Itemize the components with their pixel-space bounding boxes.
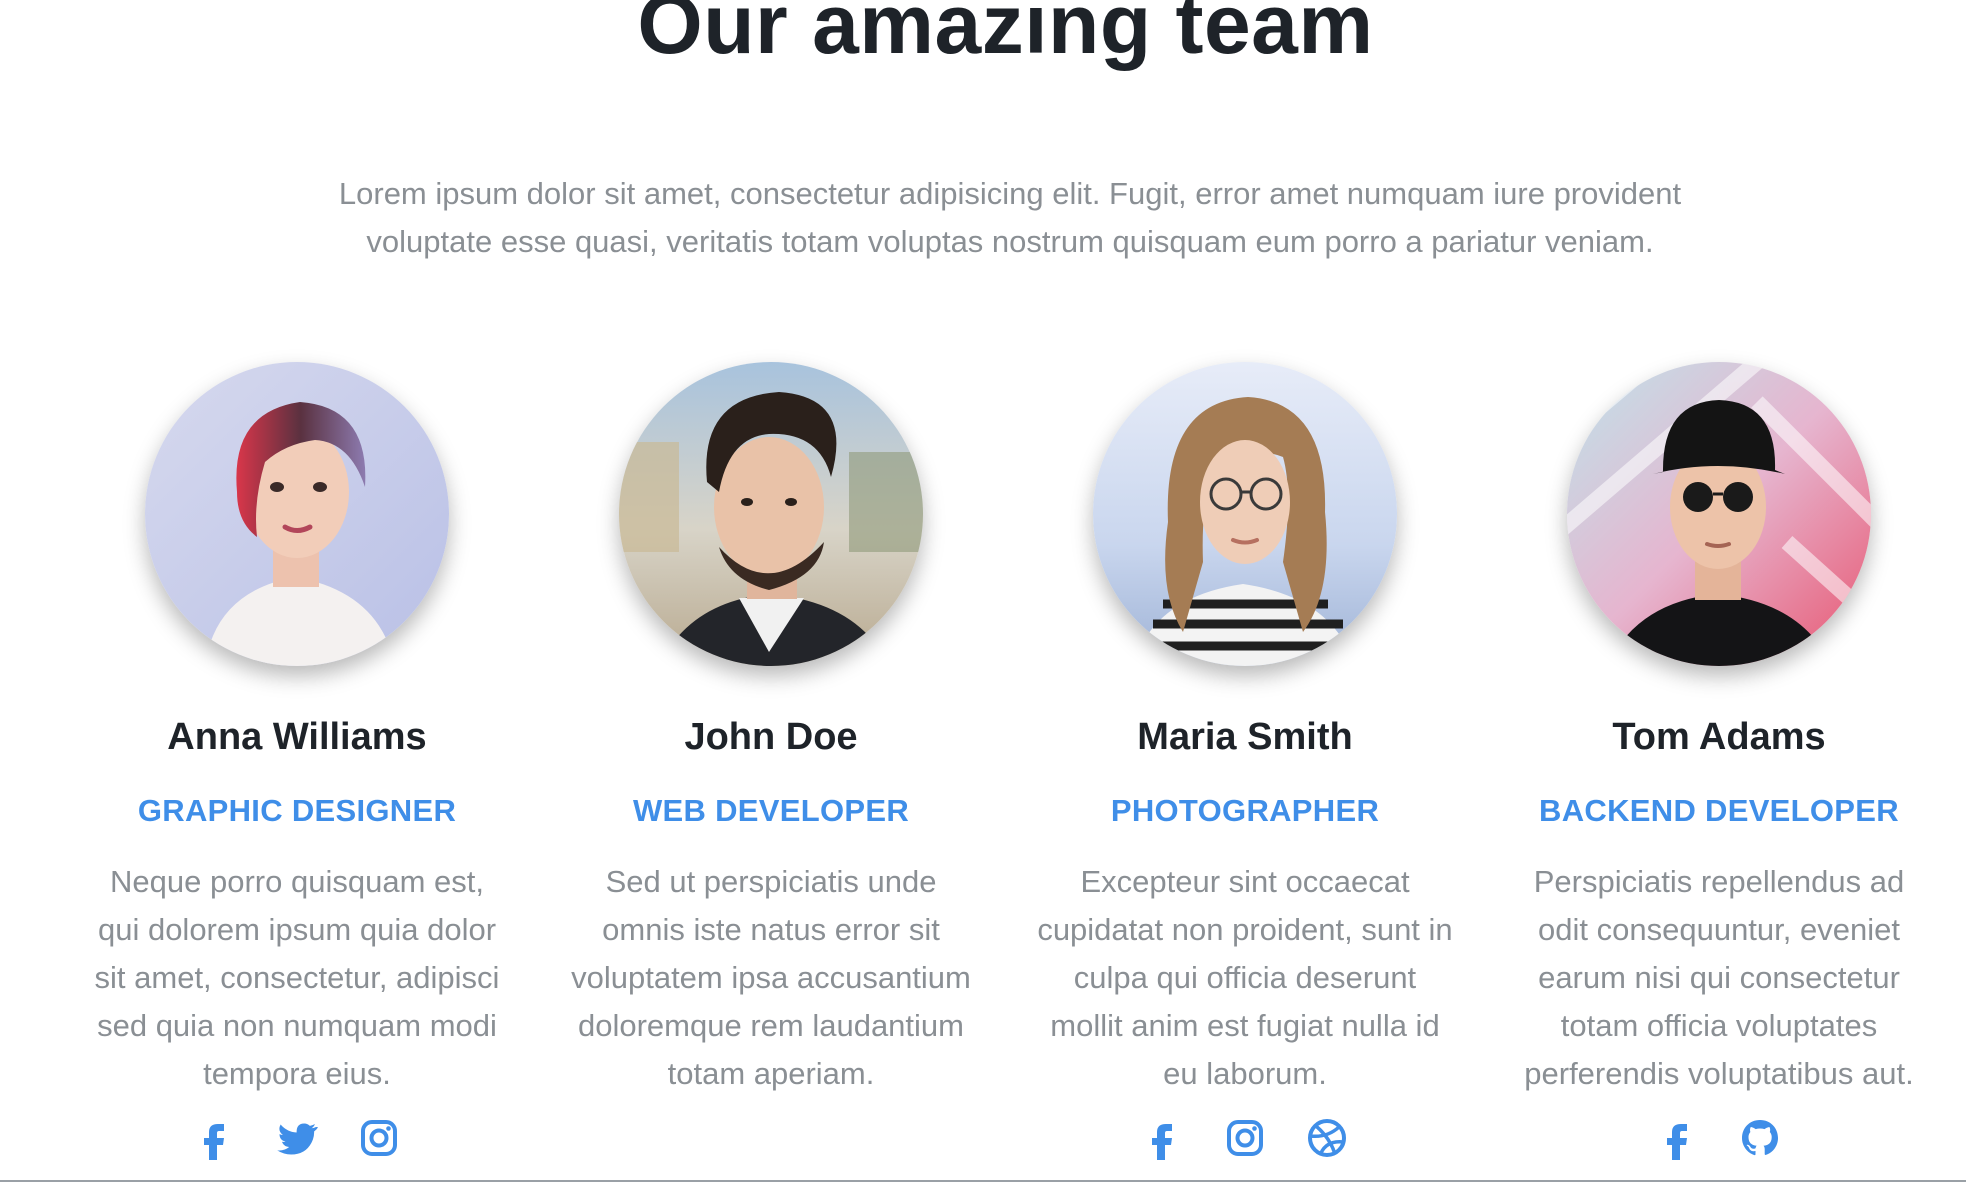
twitter-icon[interactable]: [275, 1116, 319, 1160]
avatar-photo: [145, 362, 449, 666]
dribbble-icon[interactable]: [1305, 1116, 1349, 1160]
social-links: [1499, 1116, 1939, 1164]
member-role: PHOTOGRAPHER: [1110, 793, 1380, 828]
social-links: [1025, 1116, 1465, 1164]
member-name: Tom Adams: [1612, 716, 1826, 758]
instagram-icon[interactable]: [1223, 1116, 1267, 1160]
member-name: Maria Smith: [1137, 716, 1353, 758]
team-card-tom-adams: Tom Adams BACKEND DEVELOPER Perspiciatis…: [1499, 362, 1939, 1164]
team-section: Our amazing team Lorem ipsum dolor sit a…: [0, 0, 1966, 1188]
social-links: [77, 1116, 517, 1164]
avatar-photo: [1093, 362, 1397, 666]
github-icon[interactable]: [1738, 1116, 1782, 1160]
avatar-photo: [619, 362, 923, 666]
avatar-photo: [1567, 362, 1871, 666]
member-role: GRAPHIC DESIGNER: [137, 793, 457, 828]
facebook-icon[interactable]: [193, 1116, 237, 1160]
member-bio: Sed ut perspiciatis unde omnis iste natu…: [571, 864, 971, 1091]
facebook-icon[interactable]: [1656, 1116, 1700, 1160]
section-intro: Lorem ipsum dolor sit amet, consectetur …: [338, 176, 1682, 259]
divider: [0, 1180, 1966, 1182]
member-bio: Neque porro quisquam est, qui dolorem ip…: [94, 864, 500, 1091]
team-card-maria-smith: Maria Smith PHOTOGRAPHER Excepteur sint …: [1025, 362, 1465, 1164]
team-card-anna-williams: Anna Williams GRAPHIC DESIGNER Neque por…: [77, 362, 517, 1164]
facebook-icon[interactable]: [1141, 1116, 1185, 1160]
member-bio: Perspiciatis repellendus ad odit consequ…: [1524, 864, 1914, 1091]
instagram-icon[interactable]: [357, 1116, 401, 1160]
team-card-john-doe: John Doe WEB DEVELOPER Sed ut perspiciat…: [551, 362, 991, 1098]
member-role: WEB DEVELOPER: [632, 793, 910, 828]
member-role: BACKEND DEVELOPER: [1539, 793, 1899, 828]
section-title: Our amazing team: [637, 0, 1374, 71]
member-bio: Excepteur sint occaecat cupidatat non pr…: [1037, 864, 1453, 1091]
member-name: John Doe: [684, 716, 858, 758]
member-name: Anna Williams: [167, 716, 427, 758]
